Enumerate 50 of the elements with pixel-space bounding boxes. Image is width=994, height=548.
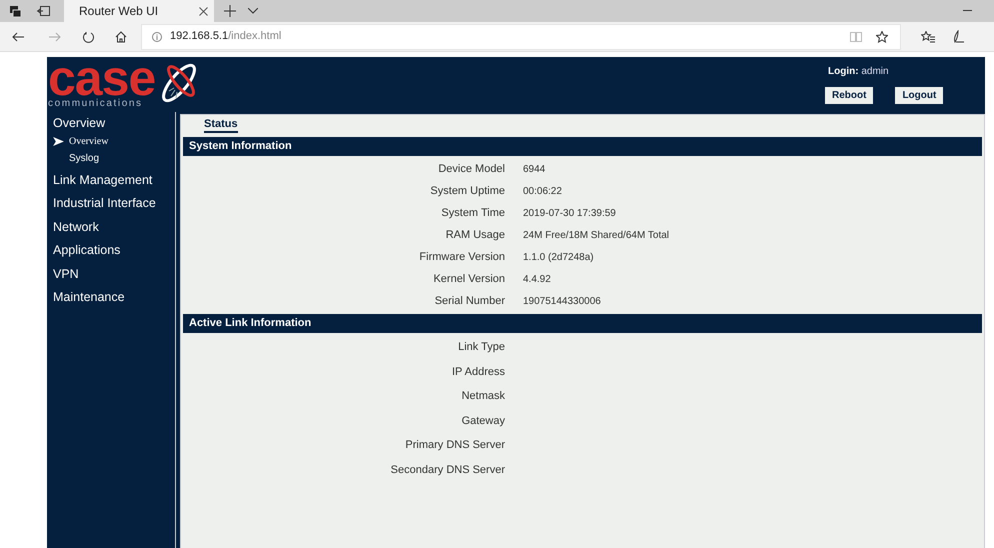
- field-label: Kernel Version: [433, 272, 505, 287]
- logo-tagline: communications: [48, 98, 143, 109]
- minimize-icon[interactable]: [963, 10, 972, 12]
- field-value: 24M Free/18M Shared/64M Total: [523, 228, 670, 242]
- favorites-icon[interactable]: [921, 30, 935, 42]
- star-icon[interactable]: [876, 30, 888, 42]
- nav-item[interactable]: VPN: [47, 264, 79, 288]
- new-tab-icon[interactable]: [224, 5, 236, 17]
- logo-text: case: [48, 58, 156, 98]
- field-value: 1.1.0 (2d7248a): [523, 250, 594, 264]
- browser-tab[interactable]: Router Web UI: [64, 0, 214, 22]
- field-label: Netmask: [462, 389, 505, 404]
- field-label: System Time: [441, 206, 505, 221]
- field-label: Serial Number: [434, 294, 505, 309]
- address-bar[interactable]: 192.168.5.1/index.html: [141, 24, 901, 50]
- back-icon[interactable]: [12, 32, 24, 42]
- nav-item[interactable]: Network: [47, 218, 99, 241]
- login-text: Login: admin: [828, 65, 889, 79]
- nav-subitem[interactable]: Syslog: [69, 150, 100, 166]
- nav-item[interactable]: Link Management: [47, 170, 152, 194]
- field-label: Secondary DNS Server: [390, 463, 505, 478]
- field-value: 4.4.92: [523, 272, 551, 286]
- field-label: Gateway: [462, 414, 505, 429]
- field-label: IP Address: [452, 364, 505, 380]
- field-label: Primary DNS Server: [405, 438, 505, 454]
- refresh-icon[interactable]: [83, 30, 94, 42]
- nav-item[interactable]: Applications: [47, 241, 120, 264]
- pen-icon[interactable]: [953, 30, 965, 43]
- header-button[interactable]: Reboot: [825, 87, 874, 104]
- close-icon[interactable]: [199, 6, 208, 16]
- header-button[interactable]: Logout: [895, 87, 944, 104]
- field-label: Device Model: [438, 162, 505, 177]
- chevron-down-icon[interactable]: [248, 8, 258, 14]
- section-title: System Information: [189, 139, 292, 154]
- tabs-icon[interactable]: [10, 6, 21, 16]
- info-icon: [152, 32, 162, 42]
- field-label: Firmware Version: [419, 250, 505, 265]
- field-value: 00:06:22: [523, 184, 562, 198]
- field-label: RAM Usage: [446, 228, 505, 243]
- status-tab[interactable]: Status: [204, 117, 238, 133]
- field-label: System Uptime: [430, 184, 505, 199]
- aside-tabs-icon[interactable]: [37, 6, 50, 16]
- field-label: Link Type: [458, 340, 505, 356]
- nav-item[interactable]: Industrial Interface: [47, 194, 156, 218]
- home-icon[interactable]: [115, 30, 127, 42]
- field-value: 19075144330006: [523, 294, 601, 308]
- nav-item[interactable]: Maintenance: [47, 288, 125, 312]
- field-value: 2019-07-30 17:39:59: [523, 206, 616, 220]
- field-value: 6944: [523, 162, 546, 176]
- section-title: Active Link Information: [189, 316, 312, 332]
